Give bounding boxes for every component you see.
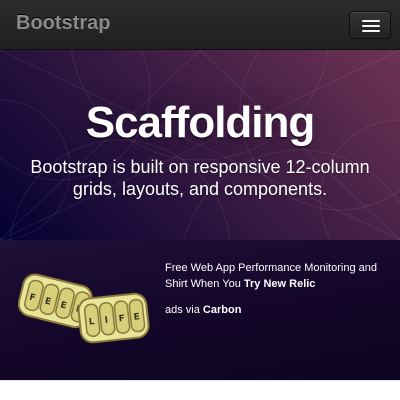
hamburger-icon: [362, 25, 380, 27]
hero-banner: Scaffolding Bootstrap is built on respon…: [0, 50, 400, 240]
hamburger-icon: [362, 30, 380, 32]
hamburger-icon: [362, 20, 380, 22]
page-lead: Bootstrap is built on responsive 12-colu…: [30, 157, 370, 199]
brand-link[interactable]: Bootstrap: [16, 12, 110, 35]
ad-cta-link[interactable]: Try New Relic: [244, 278, 316, 290]
svg-text:F: F: [118, 314, 125, 325]
menu-toggle-button[interactable]: [349, 11, 391, 39]
carbon-link[interactable]: Carbon: [203, 304, 242, 316]
ad-image[interactable]: F E E D L I F E: [18, 266, 152, 354]
ad-attribution: ads via Carbon: [165, 304, 241, 316]
ad-text[interactable]: Free Web App Performance Monitoring and …: [165, 260, 390, 292]
page-title: Scaffolding: [85, 98, 316, 147]
ad-via-label: ads via: [165, 304, 203, 316]
divider: [0, 380, 400, 381]
carbon-ad: F E E D L I F E Free Web App Performance…: [0, 240, 400, 380]
navbar: Bootstrap: [0, 0, 400, 50]
svg-text:E: E: [133, 312, 140, 323]
